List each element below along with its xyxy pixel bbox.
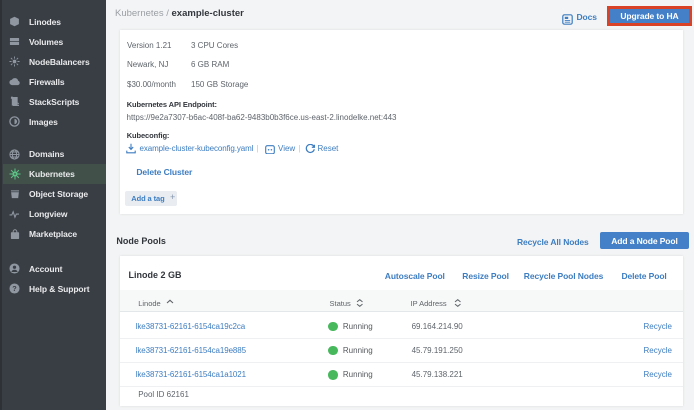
svg-text:?: ? [12, 284, 17, 293]
